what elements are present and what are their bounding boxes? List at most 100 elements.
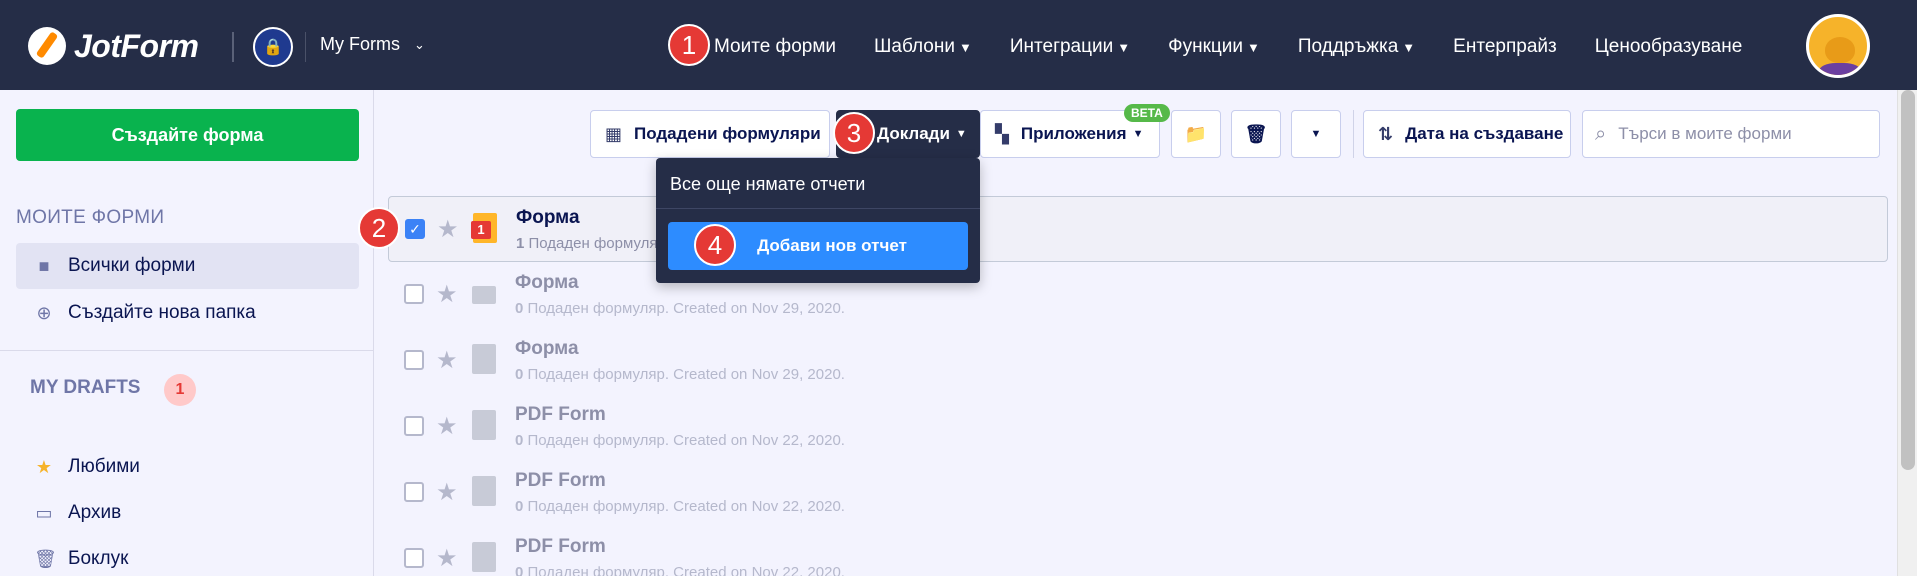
form-title[interactable]: PDF Form [515, 470, 606, 492]
folder-move-icon: 📁 [1184, 123, 1208, 144]
nav-divider [305, 32, 306, 62]
sidebar-item-label: Любими [68, 456, 140, 477]
drafts-title[interactable]: MY DRAFTS [30, 377, 140, 399]
sidebar-item-label: Всички форми [68, 255, 196, 276]
form-icon [472, 410, 496, 440]
form-title[interactable]: Форма [515, 272, 579, 294]
caret-down-icon: ▼ [955, 128, 967, 140]
form-icon [471, 213, 497, 243]
favorite-star-icon[interactable]: ★ [436, 478, 458, 507]
sidebar-divider [0, 350, 374, 351]
form-row[interactable]: ✓ ★ Форма 1 Подаден формуляр. Created on… [388, 196, 1888, 262]
favorite-star-icon[interactable]: ★ [436, 544, 458, 573]
form-row[interactable]: ★ PDF Form 0 Подаден формуляр. Created o… [388, 526, 1888, 576]
row-checkbox[interactable] [404, 548, 424, 568]
user-avatar[interactable] [1806, 14, 1870, 78]
sidebar-item-favorites[interactable]: ★ Любими [16, 444, 359, 490]
form-title[interactable]: Форма [515, 338, 579, 360]
workspace-switcher[interactable]: My Forms ⌄ [320, 34, 425, 55]
nav-my-forms[interactable]: Моите форми [714, 36, 836, 58]
sidebar-item-all-forms[interactable]: ■ Всички форми [16, 243, 359, 289]
submissions-button[interactable]: ▦ Подадени формуляри [590, 110, 830, 158]
form-row[interactable]: ★ Форма 0 Подаден формуляр. Created on N… [388, 328, 1888, 394]
row-checkbox[interactable] [404, 482, 424, 502]
apps-grid-icon: ▚ [995, 123, 1009, 144]
eu-lock-icon[interactable]: 🔒 [253, 27, 293, 67]
form-icon [472, 286, 496, 304]
form-icon [472, 344, 496, 374]
sort-icon: ⇅ [1378, 123, 1394, 144]
trash-icon: 🗑 [1244, 123, 1268, 144]
form-row[interactable]: ★ PDF Form 0 Подаден формуляр. Created o… [388, 394, 1888, 460]
folder-icon: ■ [38, 255, 50, 276]
chevron-down-icon: ⌄ [414, 36, 425, 52]
caret-down-icon: ▼ [1117, 40, 1131, 55]
nav-enterprise[interactable]: Ентерпрайз [1453, 36, 1557, 58]
sidebar-item-trash[interactable]: 🗑 Боклук [16, 536, 359, 576]
reports-dropdown: Все още нямате отчети Добави нов отчет [656, 158, 980, 283]
caret-down-icon: ▼ [1310, 128, 1322, 140]
caret-down-icon: ▼ [1132, 128, 1144, 140]
sidebar: Създайте форма МОИТЕ ФОРМИ ■ Всички форм… [0, 90, 374, 576]
beta-badge: BETA [1124, 104, 1170, 122]
form-meta: 0 Подаден формуляр. Created on Nov 22, 2… [515, 498, 845, 515]
form-meta: 0 Подаден формуляр. Created on Nov 22, 2… [515, 564, 845, 576]
search-icon: ⌕ [1595, 122, 1607, 145]
sidebar-item-label: Архив [68, 502, 122, 523]
drafts-count-badge: 1 [164, 374, 196, 406]
delete-button[interactable]: 🗑 [1231, 110, 1281, 158]
form-meta: 0 Подаден формуляр. Created on Nov 29, 2… [515, 366, 845, 383]
form-icon [472, 476, 496, 506]
row-checkbox[interactable] [404, 350, 424, 370]
annotation-marker-3: 3 [833, 112, 875, 154]
favorite-star-icon[interactable]: ★ [437, 215, 459, 244]
form-row[interactable]: ★ Форма 0 Подаден формуляр. Created on N… [388, 262, 1888, 328]
trash-icon: 🗑 [34, 548, 57, 569]
favorite-star-icon[interactable]: ★ [436, 280, 458, 309]
toolbar-divider [1353, 110, 1354, 158]
workspace-label: My Forms [320, 34, 400, 54]
archive-icon: ▭ [35, 502, 53, 523]
nav-features[interactable]: Функции ▼ [1168, 36, 1260, 58]
annotation-marker-4: 4 [694, 224, 736, 266]
logo-text: JotForm [74, 27, 199, 64]
annotation-marker-2: 2 [358, 207, 400, 249]
form-meta: 0 Подаден формуляр. Created on Nov 22, 2… [515, 432, 845, 449]
form-row[interactable]: ★ PDF Form 0 Подаден формуляр. Created o… [388, 460, 1888, 526]
logo-divider [232, 32, 234, 62]
create-form-button[interactable]: Създайте форма [16, 109, 359, 161]
sort-by-date-button[interactable]: ⇅ Дата на създаване [1363, 110, 1571, 158]
nav-pricing[interactable]: Ценообразуване [1595, 36, 1743, 58]
nav-templates[interactable]: Шаблони ▼ [874, 36, 972, 58]
scrollbar-thumb[interactable] [1901, 90, 1915, 470]
caret-down-icon: ▼ [958, 40, 972, 55]
form-icon [472, 542, 496, 572]
nav-support[interactable]: Поддръжка ▼ [1298, 36, 1415, 58]
main-nav: Моите форми Шаблони ▼ Интеграции ▼ Функции… [714, 36, 1780, 58]
nav-integrations[interactable]: Интеграции ▼ [1010, 36, 1130, 58]
top-navbar: JotForm 🔒 My Forms ⌄ Моите форми Шаблони… [0, 0, 1917, 90]
grid-icon: ▦ [605, 123, 623, 144]
search-input[interactable] [1618, 124, 1849, 144]
favorite-star-icon[interactable]: ★ [436, 346, 458, 375]
row-checkbox[interactable]: ✓ [405, 219, 425, 239]
dropdown-divider [656, 208, 980, 209]
form-title[interactable]: Форма [516, 207, 580, 229]
form-title[interactable]: PDF Form [515, 404, 606, 426]
row-checkbox[interactable] [404, 416, 424, 436]
sidebar-item-new-folder[interactable]: ⊕ Създайте нова папка [16, 290, 359, 336]
page-scrollbar[interactable] [1897, 90, 1917, 576]
caret-down-icon: ▼ [1246, 40, 1260, 55]
move-to-folder-button[interactable]: 📁 [1171, 110, 1221, 158]
more-actions-button[interactable]: ▼ [1291, 110, 1341, 158]
jotform-logo[interactable]: JotForm [28, 26, 199, 66]
sidebar-item-label: Създайте нова папка [68, 302, 256, 323]
form-meta: 0 Подаден формуляр. Created on Nov 29, 2… [515, 300, 845, 317]
caret-down-icon: ▼ [1402, 40, 1416, 55]
star-icon: ★ [35, 456, 53, 477]
form-title[interactable]: PDF Form [515, 536, 606, 558]
sidebar-item-archive[interactable]: ▭ Архив [16, 490, 359, 536]
favorite-star-icon[interactable]: ★ [436, 412, 458, 441]
search-box[interactable]: ⌕ [1582, 110, 1880, 158]
row-checkbox[interactable] [404, 284, 424, 304]
